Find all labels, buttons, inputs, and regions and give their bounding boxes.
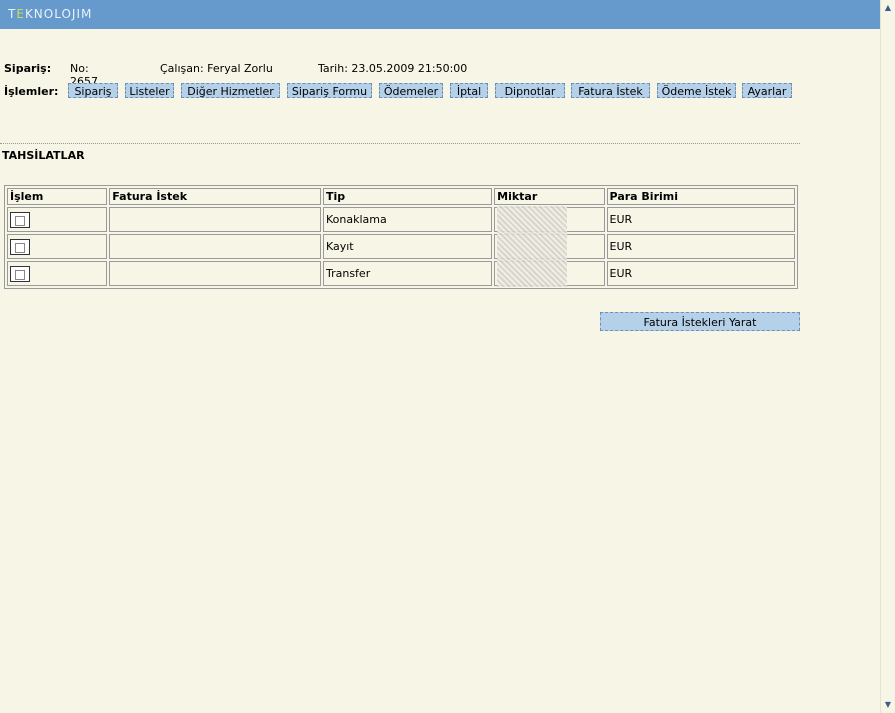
redacted-amount [497,233,568,260]
iptal-button[interactable]: İptal [450,83,488,98]
siparis-button[interactable]: Sipariş [68,83,118,98]
vertical-scrollbar[interactable]: ▲ ▼ [880,0,895,713]
currency-cell: EUR [606,207,795,232]
teknolojim-logo: TEKNOLOJIM [8,7,93,21]
odeme-istek-button[interactable]: Ödeme İstek [657,83,736,98]
section-divider [0,143,800,144]
ayarlar-button[interactable]: Ayarlar [742,83,792,98]
create-invoice-requests-button[interactable]: Fatura İstekleri Yarat [600,312,800,331]
odemeler-button[interactable]: Ödemeler [379,83,443,98]
order-label: Sipariş: [4,62,52,75]
select-checkbox[interactable] [10,238,30,255]
listeler-button[interactable]: Listeler [125,83,174,98]
select-checkbox[interactable] [10,265,30,282]
redacted-amount [497,206,568,233]
fatura-istek-cell [109,261,321,286]
diger-hizmetler-button[interactable]: Diğer Hizmetler [181,83,280,98]
tip-cell: Konaklama [322,207,493,232]
currency-cell: EUR [606,234,795,259]
miktar-cell [494,260,605,287]
order-employee: Çalışan: Feryal Zorlu [160,62,273,75]
siparis-formu-button[interactable]: Sipariş Formu [287,83,372,98]
islem-cell [7,261,108,286]
tip-cell: Transfer [322,261,493,286]
table-row: Transfer EUR [7,260,795,287]
table-row: Konaklama EUR [7,206,795,233]
table-row: Kayıt EUR [7,233,795,260]
islem-cell [7,234,108,259]
top-banner: TEKNOLOJIM [0,0,881,29]
column-header-miktar: Miktar [494,188,605,205]
scroll-up-arrow-icon[interactable]: ▲ [881,1,895,15]
islem-cell [7,207,108,232]
scroll-down-arrow-icon[interactable]: ▼ [881,698,895,712]
order-date: Tarih: 23.05.2009 21:50:00 [318,62,468,75]
dipnotlar-button[interactable]: Dipnotlar [495,83,565,98]
collections-table: İşlem Fatura İstek Tip Miktar Para Birim… [4,185,798,289]
redacted-amount [497,260,568,287]
fatura-istek-button[interactable]: Fatura İstek [571,83,650,98]
miktar-cell [494,206,605,233]
select-checkbox[interactable] [10,211,30,228]
section-title: TAHSİLATLAR [2,149,85,162]
tip-cell: Kayıt [322,234,493,259]
currency-cell: EUR [606,261,795,286]
column-header-islem: İşlem [7,188,108,205]
column-header-fatura-istek: Fatura İstek [109,188,321,205]
operations-label: İşlemler: [4,85,59,98]
column-header-para-birimi: Para Birimi [606,188,795,205]
miktar-cell [494,233,605,260]
table-header-row: İşlem Fatura İstek Tip Miktar Para Birim… [7,188,795,205]
fatura-istek-cell [109,234,321,259]
fatura-istek-cell [109,207,321,232]
column-header-tip: Tip [322,188,493,205]
